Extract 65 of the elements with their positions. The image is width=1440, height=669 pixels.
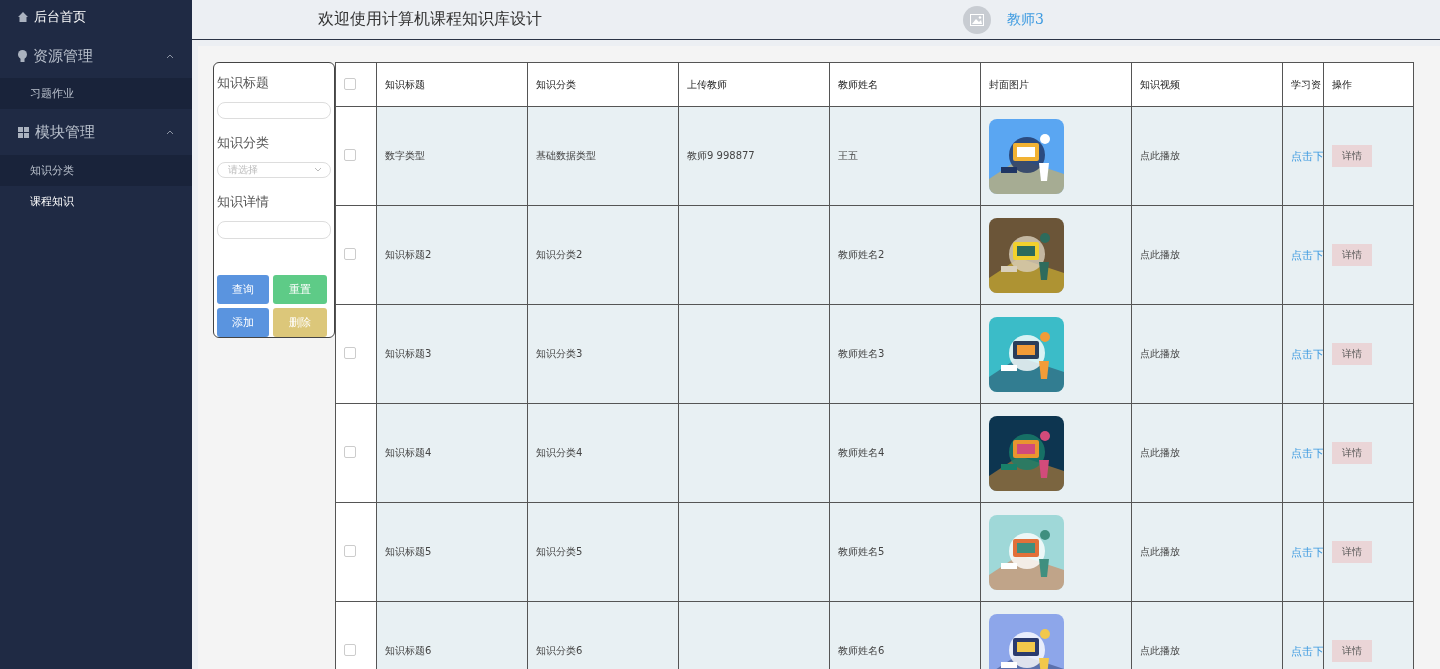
table-cell: 知识标题2	[385, 249, 432, 260]
table-cell: 基础数据类型	[536, 150, 596, 161]
table-cell: 教师姓名3	[838, 348, 885, 359]
submenu-item[interactable]: 课程知识	[30, 194, 192, 209]
table-cell: 知识分类4	[536, 447, 583, 458]
caret-icon	[166, 129, 174, 135]
table-cell: 教师姓名2	[838, 249, 885, 260]
column-header: 知识视频	[1140, 78, 1180, 90]
grid-icon	[18, 126, 29, 138]
table-cell: 知识标题4	[385, 447, 432, 458]
sidebar-item[interactable]: 后台首页	[34, 8, 174, 26]
details-button[interactable]: 详情	[1332, 244, 1372, 266]
column-header: 操作	[1332, 78, 1352, 90]
table-cell: 知识分类2	[536, 249, 583, 260]
checkbox[interactable]	[344, 77, 356, 90]
checkbox[interactable]	[344, 644, 356, 656]
column-header: 学习资	[1291, 78, 1321, 90]
column-header: 知识分类	[536, 78, 576, 90]
table-cell: 知识分类5	[536, 546, 583, 557]
action-button[interactable]: 添加	[217, 308, 269, 337]
lightbulb-icon	[18, 50, 27, 62]
sidebar-item[interactable]: 模块管理	[35, 122, 160, 142]
home-icon	[18, 12, 28, 22]
table-cell: 点此播放	[1140, 150, 1180, 161]
field-label: 知识详情	[217, 193, 270, 212]
column-header: 知识标题	[385, 78, 425, 90]
table-cell: 点此播放	[1140, 348, 1180, 359]
checkbox[interactable]	[344, 446, 356, 458]
details-button[interactable]: 详情	[1332, 442, 1372, 464]
field-label: 知识分类	[217, 133, 270, 152]
field-label: 知识标题	[217, 74, 270, 92]
table-cell: 知识标题6	[385, 645, 432, 656]
table-cell: 教师姓名4	[838, 447, 885, 458]
details-button[interactable]: 详情	[1332, 541, 1372, 563]
table-cell: 点此播放	[1140, 447, 1180, 458]
column-header: 教师姓名	[838, 78, 878, 90]
avatar-image-icon	[963, 5, 991, 34]
table-cell: 点此播放	[1140, 546, 1180, 557]
checkbox[interactable]	[344, 149, 356, 161]
table-cell: 王五	[838, 150, 858, 161]
table-cell: 知识分类6	[536, 645, 583, 656]
checkbox[interactable]	[344, 347, 356, 359]
caret-icon	[166, 53, 174, 59]
table-cell: 点此播放	[1140, 249, 1180, 260]
checkbox[interactable]	[344, 248, 356, 260]
column-header: 上传教师	[687, 78, 727, 90]
table-cell: 数字类型	[385, 150, 425, 161]
column-header: 封面图片	[989, 78, 1029, 90]
table-cell: 点此播放	[1140, 645, 1180, 656]
checkbox[interactable]	[344, 545, 356, 557]
sidebar-item[interactable]: 资源管理	[33, 46, 160, 66]
details-button[interactable]: 详情	[1332, 343, 1372, 365]
input-field[interactable]	[217, 221, 331, 239]
table-cell: 教师姓名6	[838, 645, 885, 656]
table-cell: 知识标题5	[385, 546, 432, 557]
page-title: 欢迎使用计算机课程知识库设计	[318, 9, 543, 30]
action-button[interactable]: 查询	[217, 275, 269, 304]
table-cell: 教师9 998877	[687, 150, 755, 161]
input-field[interactable]	[217, 102, 331, 119]
table-cell: 知识标题3	[385, 348, 432, 359]
details-button[interactable]: 详情	[1332, 640, 1372, 662]
chevron-down-icon	[314, 167, 322, 173]
details-button[interactable]: 详情	[1332, 145, 1372, 167]
table-cell: 知识分类3	[536, 348, 583, 359]
table-cell: 教师姓名5	[838, 546, 885, 557]
